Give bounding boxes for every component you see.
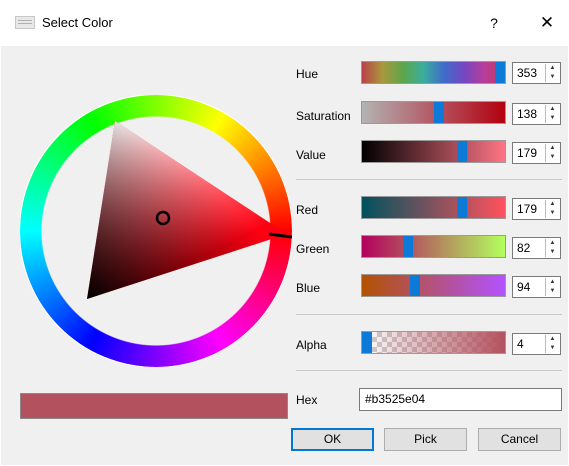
arrow-down-icon[interactable]: ▼ (546, 209, 559, 218)
blue-spinbox[interactable]: 94 ▲ ▼ (512, 276, 561, 298)
separator (296, 314, 562, 315)
window-icon (15, 16, 35, 29)
pick-button[interactable]: Pick (384, 428, 467, 451)
arrow-up-icon[interactable]: ▲ (546, 335, 559, 344)
green-slider[interactable] (361, 235, 506, 258)
arrow-down-icon[interactable]: ▼ (546, 114, 559, 123)
ok-button[interactable]: OK (291, 428, 374, 451)
hex-label: Hex (296, 393, 318, 407)
window-title: Select Color (42, 15, 113, 30)
alpha-spinbox[interactable]: 4 ▲ ▼ (512, 333, 561, 355)
alpha-label: Alpha (296, 338, 327, 352)
close-icon[interactable]: ✕ (536, 13, 558, 33)
green-label: Green (296, 242, 330, 256)
saturation-value[interactable]: 138 (517, 107, 537, 121)
value-value[interactable]: 179 (517, 146, 537, 160)
arrow-down-icon[interactable]: ▼ (546, 73, 559, 82)
red-spinbox[interactable]: 179 ▲ ▼ (512, 198, 561, 220)
saturation-slider-handle[interactable] (434, 102, 445, 123)
saturation-slider[interactable] (361, 101, 506, 124)
hex-input[interactable]: #b3525e04 (359, 388, 562, 411)
arrow-down-icon[interactable]: ▼ (546, 287, 559, 296)
blue-slider-handle[interactable] (409, 275, 420, 296)
alpha-value[interactable]: 4 (517, 337, 524, 351)
cancel-button[interactable]: Cancel (478, 428, 561, 451)
value-spinbox[interactable]: 179 ▲ ▼ (512, 142, 561, 164)
color-preview (20, 393, 288, 419)
green-slider-handle[interactable] (402, 236, 413, 257)
blue-label: Blue (296, 281, 321, 295)
arrow-up-icon[interactable]: ▲ (546, 64, 559, 73)
color-wheel[interactable] (20, 95, 292, 367)
value-slider-handle[interactable] (457, 141, 468, 162)
red-value[interactable]: 179 (517, 202, 537, 216)
hue-label: Hue (296, 67, 319, 81)
hue-value[interactable]: 353 (517, 66, 537, 80)
arrow-down-icon[interactable]: ▼ (546, 153, 559, 162)
title-bar: Select Color ? ✕ (0, 0, 569, 46)
hue-slider[interactable] (361, 61, 506, 84)
blue-slider[interactable] (361, 274, 506, 297)
arrow-down-icon[interactable]: ▼ (546, 344, 559, 353)
arrow-down-icon[interactable]: ▼ (546, 248, 559, 257)
arrow-up-icon[interactable]: ▲ (546, 105, 559, 114)
value-label: Value (296, 148, 326, 162)
hue-spinbox[interactable]: 353 ▲ ▼ (512, 62, 561, 84)
green-value[interactable]: 82 (517, 241, 530, 255)
alpha-slider[interactable] (361, 331, 506, 354)
arrow-up-icon[interactable]: ▲ (546, 239, 559, 248)
separator (296, 179, 562, 180)
red-label: Red (296, 203, 319, 217)
help-icon[interactable]: ? (484, 13, 504, 33)
value-slider[interactable] (361, 140, 506, 163)
saturation-spinbox[interactable]: 138 ▲ ▼ (512, 103, 561, 125)
separator (296, 370, 562, 371)
arrow-up-icon[interactable]: ▲ (546, 278, 559, 287)
red-slider[interactable] (361, 196, 506, 219)
hue-slider-handle[interactable] (495, 62, 505, 83)
arrow-up-icon[interactable]: ▲ (546, 144, 559, 153)
blue-value[interactable]: 94 (517, 280, 530, 294)
arrow-up-icon[interactable]: ▲ (546, 200, 559, 209)
red-slider-handle[interactable] (457, 197, 468, 218)
alpha-slider-handle[interactable] (362, 332, 372, 353)
saturation-label: Saturation (296, 109, 351, 123)
green-spinbox[interactable]: 82 ▲ ▼ (512, 237, 561, 259)
